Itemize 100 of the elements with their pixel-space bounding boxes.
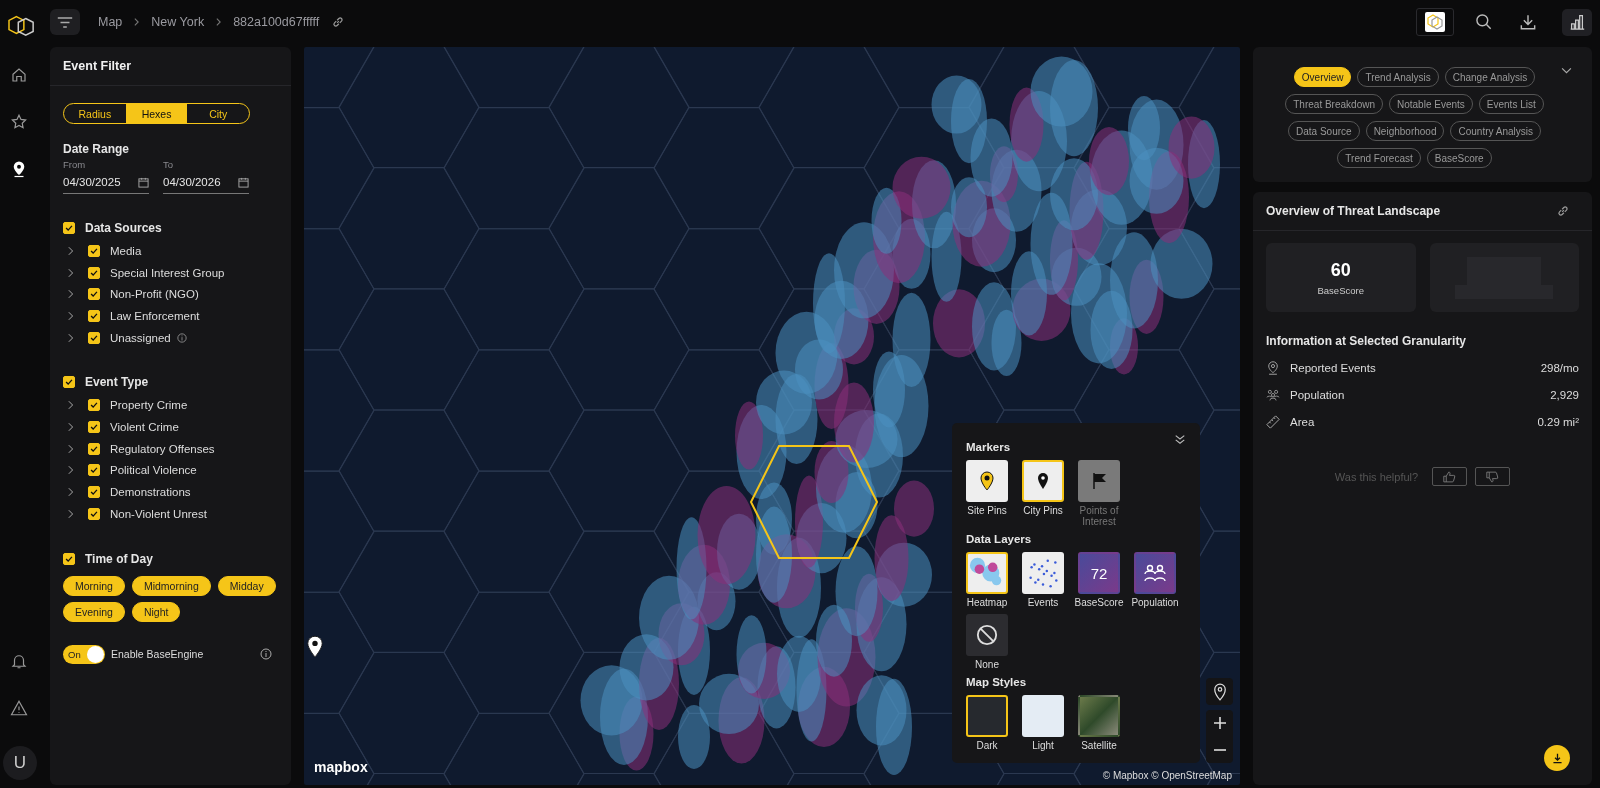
checkbox[interactable]	[88, 420, 100, 433]
layer-option[interactable]: Satellite	[1078, 695, 1120, 751]
checkbox[interactable]	[88, 486, 100, 499]
chevron-right-icon[interactable]	[67, 310, 74, 321]
download-icon	[1550, 751, 1564, 765]
breadcrumb-link[interactable]: 882a100d67fffff	[233, 15, 320, 29]
download-icon[interactable]	[1518, 12, 1538, 32]
checkbox-label: Unassigned	[110, 331, 171, 344]
checkbox-label: Property Crime	[110, 399, 188, 412]
user-avatar[interactable]: U	[3, 746, 37, 780]
chevron-right-icon[interactable]	[67, 421, 74, 432]
layer-option[interactable]: Site Pins	[966, 460, 1008, 527]
layer-option[interactable]: Events	[1022, 552, 1064, 608]
map-attribution: © Mapbox © OpenStreetMap	[1102, 770, 1232, 781]
layer-option[interactable]: City Pins	[1022, 460, 1064, 527]
toggle-switch[interactable]: On	[63, 644, 105, 664]
info-value: 0.29 mi²	[1537, 415, 1579, 428]
chevron-right-icon[interactable]	[67, 443, 74, 454]
zoom-in-icon[interactable]	[1212, 716, 1227, 731]
layer-option[interactable]: Heatmap	[966, 552, 1008, 608]
search-icon[interactable]	[1474, 12, 1494, 32]
checkbox-label: Regulatory Offenses	[110, 442, 215, 455]
checkbox[interactable]	[88, 331, 100, 344]
section-title: Markers	[966, 441, 1012, 453]
date-field[interactable]: 04/30/2025	[63, 174, 149, 194]
breadcrumb-link[interactable]: New York	[151, 15, 205, 29]
mode-tab[interactable]: City	[187, 104, 249, 123]
checkbox-label: Demonstrations	[110, 486, 191, 499]
checkbox[interactable]	[88, 442, 100, 455]
info-icon[interactable]	[176, 332, 187, 343]
time-chip[interactable]: Evening	[63, 601, 125, 622]
chevron-right-icon[interactable]	[67, 267, 74, 278]
layer-option[interactable]: Population	[1134, 552, 1176, 608]
bell-icon[interactable]	[10, 652, 28, 670]
pin-icon	[979, 471, 995, 491]
time-chip[interactable]: Midday	[217, 575, 276, 596]
toggle-label: Enable BaseEngine	[111, 648, 204, 661]
thumbs-up-button[interactable]	[1432, 467, 1468, 486]
chevron-right-icon[interactable]	[67, 245, 74, 256]
star-icon[interactable]	[10, 113, 28, 131]
calendar-icon	[138, 176, 149, 188]
checkbox[interactable]	[88, 399, 100, 412]
date-field[interactable]: 04/30/2026	[163, 174, 249, 194]
thumbs-down-button[interactable]	[1475, 467, 1511, 486]
checkbox[interactable]	[88, 309, 100, 322]
link-icon[interactable]	[331, 15, 346, 29]
panel-title: Event Filter	[50, 47, 291, 86]
collapse-icon[interactable]	[1174, 433, 1186, 445]
section-title: Date Range	[63, 142, 131, 156]
link-icon[interactable]	[1556, 204, 1570, 218]
chevron-right-icon[interactable]	[67, 289, 74, 300]
info-icon[interactable]	[260, 648, 272, 661]
checkbox[interactable]	[88, 507, 100, 520]
chevron-down-icon[interactable]	[1561, 67, 1572, 74]
score-label: 72	[1090, 567, 1108, 579]
info-label: Area	[1290, 415, 1315, 428]
layer-option[interactable]: None	[966, 614, 1008, 670]
chevron-right-icon[interactable]	[67, 487, 74, 498]
layer-option[interactable]: Dark	[966, 695, 1008, 751]
field-label: From	[63, 159, 87, 170]
checkbox[interactable]	[88, 288, 100, 301]
checkbox-label: Non-Profit (NGO)	[110, 288, 199, 301]
info-value: 298/mo	[1540, 361, 1579, 374]
time-chip[interactable]: Morning	[63, 575, 125, 596]
mode-tab[interactable]: Hexes	[125, 104, 188, 123]
checkbox-label: Special Interest Group	[110, 266, 225, 279]
filter-button[interactable]	[50, 9, 80, 35]
chevron-right-icon[interactable]	[67, 508, 74, 519]
prohibited-icon	[976, 624, 998, 646]
calendar-icon	[238, 176, 249, 188]
checkbox-label: Law Enforcement	[110, 309, 200, 322]
checkbox[interactable]	[88, 266, 100, 279]
checkbox[interactable]	[88, 464, 100, 477]
checkbox[interactable]	[63, 222, 75, 234]
chevron-right-icon[interactable]	[67, 400, 74, 411]
checkbox[interactable]	[88, 244, 100, 257]
bar-chart-icon	[1568, 13, 1586, 31]
time-chip[interactable]: Night	[131, 601, 181, 622]
analysis-tab[interactable]: Overview	[1293, 67, 1352, 87]
locate-button[interactable]	[1206, 678, 1233, 705]
checkbox-label: Non-Violent Unrest	[110, 507, 207, 520]
people-icon	[1266, 387, 1280, 402]
layer-option[interactable]: Light	[1022, 695, 1064, 751]
map-pin-icon[interactable]	[306, 635, 324, 659]
mode-tab[interactable]: Radius	[64, 104, 126, 123]
checkbox[interactable]	[63, 376, 75, 389]
export-button[interactable]	[1544, 745, 1570, 771]
info-label: Reported Events	[1290, 361, 1376, 374]
time-chip[interactable]: Midmorning	[131, 575, 211, 596]
breadcrumb-link[interactable]: Map	[98, 15, 123, 29]
checkbox[interactable]	[63, 552, 75, 565]
warning-icon[interactable]	[10, 699, 28, 717]
chevron-right-icon[interactable]	[67, 465, 74, 476]
group-title: Data Sources	[85, 221, 162, 235]
home-icon[interactable]	[10, 66, 28, 84]
pin-icon	[1037, 472, 1049, 490]
section-title: Map Styles	[966, 676, 1028, 688]
chevron-right-icon[interactable]	[67, 332, 74, 343]
chart-button[interactable]	[1562, 8, 1592, 36]
app-button[interactable]	[1416, 8, 1454, 36]
